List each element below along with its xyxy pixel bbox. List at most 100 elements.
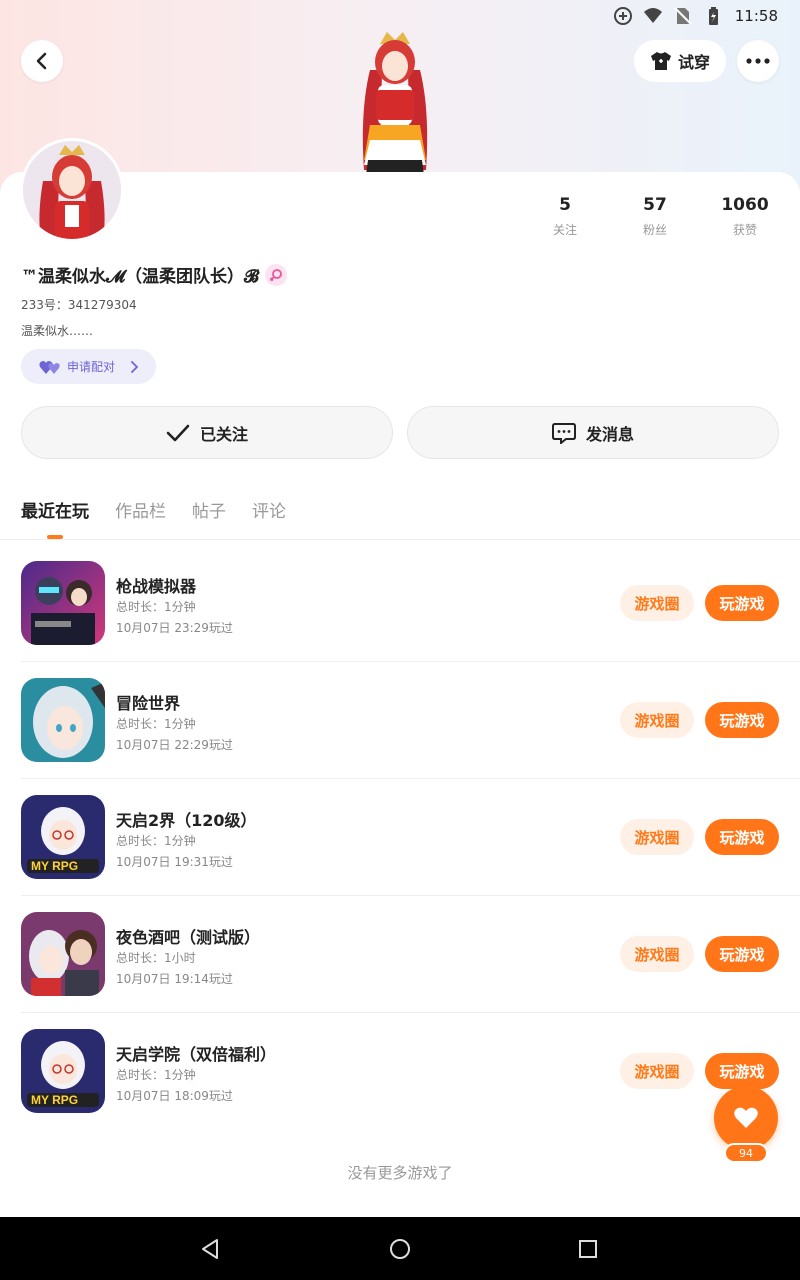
status-time: 11:58 bbox=[734, 7, 778, 25]
game-duration: 总时长：1分钟 bbox=[116, 834, 196, 848]
svg-text:MY RPG: MY RPG bbox=[31, 859, 78, 873]
data-saver-icon bbox=[613, 7, 632, 25]
game-duration: 总时长：1分钟 bbox=[116, 1068, 196, 1082]
try-on-button[interactable]: 试穿 bbox=[634, 40, 726, 82]
play-game-button[interactable]: 玩游戏 bbox=[705, 585, 779, 621]
apply-match-button[interactable]: 申请配对 bbox=[21, 349, 156, 384]
game-name: 夜色酒吧（测试版） bbox=[116, 928, 261, 947]
message-icon bbox=[551, 422, 576, 444]
nav-back-button[interactable] bbox=[195, 1234, 225, 1264]
play-game-button[interactable]: 玩游戏 bbox=[705, 819, 779, 855]
game-name: 枪战模拟器 bbox=[116, 577, 197, 596]
game-last-played: 10月07日 19:31玩过 bbox=[116, 855, 233, 869]
follow-button[interactable]: 已关注 bbox=[21, 406, 393, 459]
game-last-played: 10月07日 23:29玩过 bbox=[116, 621, 233, 635]
svg-text:MY RPG: MY RPG bbox=[31, 1093, 78, 1107]
game-duration: 总时长：1分钟 bbox=[116, 717, 196, 731]
profile-tabs: 最近在玩 作品栏 帖子 评论 bbox=[21, 497, 286, 522]
status-bar: 11:58 bbox=[0, 0, 800, 32]
game-icon bbox=[21, 678, 105, 762]
game-icon: MY RPG bbox=[21, 1029, 105, 1113]
try-on-label: 试穿 bbox=[677, 53, 710, 72]
gender-badge bbox=[265, 263, 288, 286]
game-last-played: 10月07日 19:14玩过 bbox=[116, 972, 233, 986]
game-name: 天启学院（双倍福利） bbox=[116, 1045, 277, 1064]
play-game-button[interactable]: 玩游戏 bbox=[705, 936, 779, 972]
game-icon: MY RPG bbox=[21, 795, 105, 879]
game-circle-button[interactable]: 游戏圈 bbox=[620, 1053, 694, 1089]
profile-stats: 5 关注 57 粉丝 1060 获赞 bbox=[520, 195, 790, 238]
play-game-button[interactable]: 玩游戏 bbox=[705, 1053, 779, 1089]
adventure-game-icon bbox=[21, 678, 105, 762]
more-dots-icon bbox=[746, 58, 770, 64]
game-name: 冒险世界 bbox=[116, 694, 181, 713]
stat-fans-label: 粉丝 bbox=[642, 223, 667, 237]
nav-recents-button[interactable] bbox=[573, 1234, 603, 1264]
stat-likes-label: 获赞 bbox=[732, 223, 757, 237]
tabs-divider bbox=[0, 539, 800, 540]
rpg-game-icon: MY RPG bbox=[21, 795, 105, 879]
stat-likes[interactable]: 1060 获赞 bbox=[700, 195, 790, 238]
double-heart-icon bbox=[39, 360, 60, 374]
tab-comments[interactable]: 评论 bbox=[252, 497, 286, 522]
game-icon bbox=[21, 561, 105, 645]
no-sim-icon bbox=[674, 7, 692, 25]
game-circle-button[interactable]: 游戏圈 bbox=[620, 702, 694, 738]
list-item[interactable]: 冒险世界 总时长：1分钟 10月07日 22:29玩过 游戏圈 玩游戏 bbox=[0, 662, 800, 779]
game-circle-button[interactable]: 游戏圈 bbox=[620, 819, 694, 855]
game-name: 天启2界（120级） bbox=[116, 811, 257, 830]
academy-game-icon: MY RPG bbox=[21, 1029, 105, 1113]
username: ™温柔似水𝓜（温柔团队长）𝓑 bbox=[21, 267, 260, 287]
no-more-games-text: 没有更多游戏了 bbox=[347, 1164, 453, 1182]
shirt-icon bbox=[650, 52, 671, 70]
stat-fans-count: 57 bbox=[643, 195, 667, 215]
circle-home-icon bbox=[390, 1239, 410, 1259]
tab-recently-played[interactable]: 最近在玩 bbox=[21, 497, 89, 522]
user-id: 233号：341279304 bbox=[21, 298, 137, 312]
square-recents-icon bbox=[579, 1240, 597, 1258]
like-count-badge: 94 bbox=[724, 1143, 768, 1163]
send-message-label: 发消息 bbox=[585, 424, 634, 444]
character-avatar-figure bbox=[362, 32, 428, 175]
send-message-button[interactable]: 发消息 bbox=[407, 406, 779, 459]
game-duration: 总时长：1分钟 bbox=[116, 600, 196, 614]
user-bio: 温柔似水…… bbox=[21, 324, 94, 338]
more-options-button[interactable] bbox=[737, 40, 779, 82]
system-navigation-bar bbox=[0, 1217, 800, 1280]
tab-posts[interactable]: 帖子 bbox=[192, 497, 226, 522]
list-item[interactable]: 枪战模拟器 总时长：1分钟 10月07日 23:29玩过 游戏圈 玩游戏 bbox=[0, 545, 800, 662]
nav-home-button[interactable] bbox=[385, 1234, 415, 1264]
game-list: 枪战模拟器 总时长：1分钟 10月07日 23:29玩过 游戏圈 玩游戏 冒险世… bbox=[0, 545, 800, 1130]
chevron-right-icon bbox=[131, 360, 139, 373]
list-item[interactable]: MY RPG 天启2界（120级） 总时长：1分钟 10月07日 19:31玩过… bbox=[0, 779, 800, 896]
play-game-button[interactable]: 玩游戏 bbox=[705, 702, 779, 738]
shooter-game-icon bbox=[21, 561, 105, 645]
game-last-played: 10月07日 18:09玩过 bbox=[116, 1089, 233, 1103]
stat-likes-count: 1060 bbox=[721, 195, 769, 215]
game-last-played: 10月07日 22:29玩过 bbox=[116, 738, 233, 752]
stat-fans[interactable]: 57 粉丝 bbox=[610, 195, 700, 238]
game-icon bbox=[21, 912, 105, 996]
game-circle-button[interactable]: 游戏圈 bbox=[620, 585, 694, 621]
stat-following[interactable]: 5 关注 bbox=[520, 195, 610, 238]
heart-icon bbox=[734, 1107, 758, 1128]
like-button[interactable] bbox=[714, 1086, 778, 1150]
apply-match-label: 申请配对 bbox=[67, 360, 116, 374]
wifi-icon bbox=[643, 8, 662, 23]
avatar[interactable] bbox=[20, 138, 124, 242]
tab-works[interactable]: 作品栏 bbox=[115, 497, 166, 522]
bar-game-icon bbox=[21, 912, 105, 996]
user-avatar-image bbox=[23, 141, 121, 239]
chevron-left-icon bbox=[36, 52, 47, 70]
follow-label: 已关注 bbox=[199, 424, 248, 444]
game-circle-button[interactable]: 游戏圈 bbox=[620, 936, 694, 972]
back-button[interactable] bbox=[21, 40, 63, 82]
list-item[interactable]: MY RPG 天启学院（双倍福利） 总时长：1分钟 10月07日 18:09玩过… bbox=[0, 1013, 800, 1130]
stat-following-count: 5 bbox=[559, 195, 571, 215]
username-row: ™温柔似水𝓜（温柔团队长）𝓑 bbox=[21, 262, 288, 287]
list-item[interactable]: 夜色酒吧（测试版） 总时长：1小时 10月07日 19:14玩过 游戏圈 玩游戏 bbox=[0, 896, 800, 1013]
checkmark-icon bbox=[166, 424, 190, 441]
stat-following-label: 关注 bbox=[552, 223, 577, 237]
game-duration: 总时长：1小时 bbox=[116, 951, 196, 965]
triangle-back-icon bbox=[202, 1239, 218, 1259]
